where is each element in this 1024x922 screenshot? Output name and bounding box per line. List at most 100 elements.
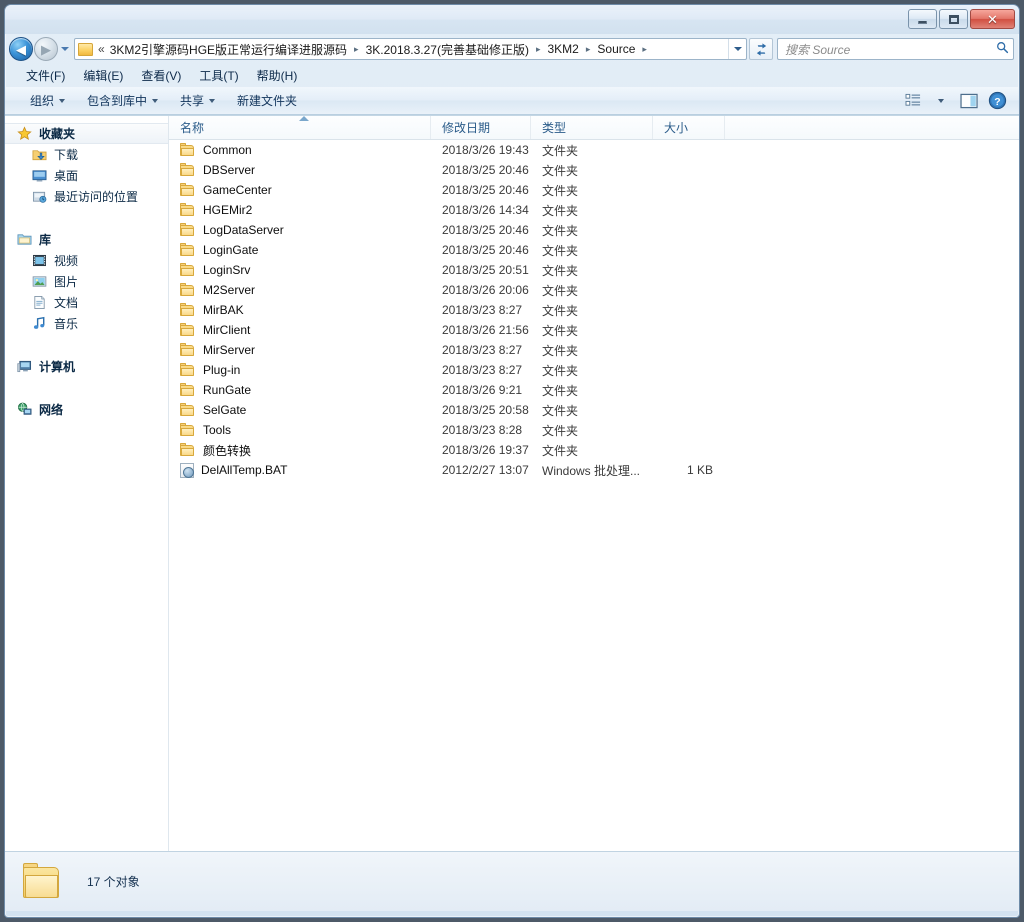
forward-arrow-icon: ▶: [41, 41, 51, 57]
folder-icon: [180, 142, 196, 158]
column-header-date[interactable]: 修改日期: [431, 116, 531, 139]
refresh-icon: [756, 42, 766, 56]
file-date-cell: 2018/3/26 19:43: [442, 143, 529, 157]
folder-icon: [180, 382, 196, 398]
star-icon: [17, 125, 33, 142]
sidebar-label-favorites: 收藏夹: [39, 127, 76, 141]
maximize-button[interactable]: [939, 9, 968, 29]
sidebar-label-documents: 文档: [54, 296, 79, 310]
chevron-down-icon: [152, 98, 159, 103]
forward-button[interactable]: ▶: [34, 37, 58, 61]
new-folder-button[interactable]: 新建文件夹: [226, 88, 308, 113]
file-name-cell: GameCenter: [169, 182, 431, 198]
breadcrumb-item-1[interactable]: 3K.2018.3.27(完善基础修正版): [364, 40, 531, 59]
folder-icon: [180, 402, 196, 418]
file-name-cell: DBServer: [169, 162, 431, 178]
sidebar-item-network[interactable]: 网络: [5, 399, 168, 420]
file-type-cell: 文件夹: [542, 323, 579, 338]
sidebar-label-videos: 视频: [54, 254, 79, 268]
file-name-cell: Common: [169, 142, 431, 158]
menu-file[interactable]: 文件(F): [17, 64, 74, 87]
breadcrumb-item-3[interactable]: Source: [595, 41, 637, 57]
table-row[interactable]: LoginGate 2018/3/25 20:46 文件夹: [169, 240, 1019, 260]
file-name-label: Plug-in: [203, 363, 241, 377]
address-dropdown-button[interactable]: [728, 39, 746, 59]
table-row[interactable]: M2Server 2018/3/26 20:06 文件夹: [169, 280, 1019, 300]
file-name-cell: RunGate: [169, 382, 431, 398]
sidebar-item-pictures[interactable]: 图片: [5, 271, 168, 292]
search-input[interactable]: 搜索 Source: [778, 41, 991, 58]
view-options-button[interactable]: [900, 90, 926, 112]
file-name-label: M2Server: [203, 283, 256, 297]
table-row[interactable]: Common 2018/3/26 19:43 文件夹: [169, 140, 1019, 160]
file-type-cell: 文件夹: [542, 183, 579, 198]
sidebar-item-recent-places[interactable]: 最近访问的位置: [5, 186, 168, 207]
menu-view[interactable]: 查看(V): [132, 64, 190, 87]
minimize-button[interactable]: [908, 9, 937, 29]
view-dropdown-button[interactable]: [928, 90, 954, 112]
sidebar-item-favorites[interactable]: 收藏夹: [5, 123, 168, 144]
preview-pane-button[interactable]: [956, 90, 982, 112]
menu-tools[interactable]: 工具(T): [190, 64, 247, 87]
address-bar[interactable]: « 3KM2引擎源码HGE版正常运行编译进服源码 ▸ 3K.2018.3.27(…: [74, 38, 747, 60]
breadcrumb-item-0[interactable]: 3KM2引擎源码HGE版正常运行编译进服源码: [108, 40, 349, 59]
file-date-cell: 2018/3/25 20:46: [442, 183, 529, 197]
share-button[interactable]: 共享: [169, 88, 226, 113]
table-row[interactable]: DBServer 2018/3/25 20:46 文件夹: [169, 160, 1019, 180]
sidebar-item-videos[interactable]: 视频: [5, 250, 168, 271]
sidebar-item-music[interactable]: 音乐: [5, 313, 168, 334]
window-controls: ✕: [908, 9, 1015, 29]
include-in-library-button[interactable]: 包含到库中: [76, 88, 169, 113]
organize-button[interactable]: 组织: [19, 88, 76, 113]
sidebar-label-music: 音乐: [54, 317, 79, 331]
table-row[interactable]: HGEMir2 2018/3/26 14:34 文件夹: [169, 200, 1019, 220]
column-header-type-label: 类型: [542, 121, 567, 135]
recent-pages-dropdown[interactable]: [58, 38, 71, 60]
refresh-button[interactable]: [749, 38, 773, 60]
sidebar-item-downloads[interactable]: 下载: [5, 144, 168, 165]
folder-icon: [180, 222, 196, 238]
table-row[interactable]: MirClient 2018/3/26 21:56 文件夹: [169, 320, 1019, 340]
status-bar: 17 个对象: [5, 851, 1019, 911]
sidebar-item-documents[interactable]: 文档: [5, 292, 168, 313]
column-header-name[interactable]: 名称: [169, 116, 431, 139]
column-header-date-label: 修改日期: [442, 121, 491, 135]
file-name-cell: LogDataServer: [169, 222, 431, 238]
file-name-label: SelGate: [203, 403, 247, 417]
minimize-icon: [918, 21, 927, 24]
file-date-cell: 2018/3/26 9:21: [442, 383, 523, 397]
menu-help[interactable]: 帮助(H): [248, 64, 307, 87]
file-date-cell: 2018/3/25 20:46: [442, 223, 529, 237]
table-row[interactable]: GameCenter 2018/3/25 20:46 文件夹: [169, 180, 1019, 200]
help-button[interactable]: ?: [984, 90, 1010, 112]
breadcrumb-overflow-icon[interactable]: «: [97, 42, 108, 56]
close-button[interactable]: ✕: [970, 9, 1015, 29]
table-row[interactable]: RunGate 2018/3/26 9:21 文件夹: [169, 380, 1019, 400]
column-header-size[interactable]: 大小: [653, 116, 725, 139]
file-type-cell: 文件夹: [542, 303, 579, 318]
table-row[interactable]: SelGate 2018/3/25 20:58 文件夹: [169, 400, 1019, 420]
table-row[interactable]: LogDataServer 2018/3/25 20:46 文件夹: [169, 220, 1019, 240]
sidebar-item-computer[interactable]: 计算机: [5, 356, 168, 377]
file-date-cell: 2018/3/26 21:56: [442, 323, 529, 337]
back-button[interactable]: ◀: [9, 37, 33, 61]
column-header-name-label: 名称: [180, 121, 205, 135]
table-row[interactable]: 颜色转换 2018/3/26 19:37 文件夹: [169, 440, 1019, 460]
breadcrumb-item-2[interactable]: 3KM2: [546, 41, 581, 57]
downloads-icon: [32, 147, 48, 163]
file-name-cell: DelAllTemp.BAT: [169, 462, 431, 478]
search-box[interactable]: 搜索 Source: [777, 38, 1014, 60]
table-row[interactable]: MirServer 2018/3/23 8:27 文件夹: [169, 340, 1019, 360]
file-name-label: Common: [203, 143, 252, 157]
menu-edit[interactable]: 编辑(E): [74, 64, 132, 87]
chevron-down-icon: [938, 98, 944, 103]
table-row[interactable]: Plug-in 2018/3/23 8:27 文件夹: [169, 360, 1019, 380]
table-row[interactable]: Tools 2018/3/23 8:28 文件夹: [169, 420, 1019, 440]
table-row[interactable]: LoginSrv 2018/3/25 20:51 文件夹: [169, 260, 1019, 280]
table-row[interactable]: MirBAK 2018/3/23 8:27 文件夹: [169, 300, 1019, 320]
folder-icon: [180, 162, 196, 178]
sidebar-item-libraries[interactable]: 库: [5, 229, 168, 250]
sidebar-item-desktop[interactable]: 桌面: [5, 165, 168, 186]
table-row[interactable]: DelAllTemp.BAT 2012/2/27 13:07 Windows 批处理…: [169, 460, 1019, 480]
column-header-type[interactable]: 类型: [531, 116, 653, 139]
